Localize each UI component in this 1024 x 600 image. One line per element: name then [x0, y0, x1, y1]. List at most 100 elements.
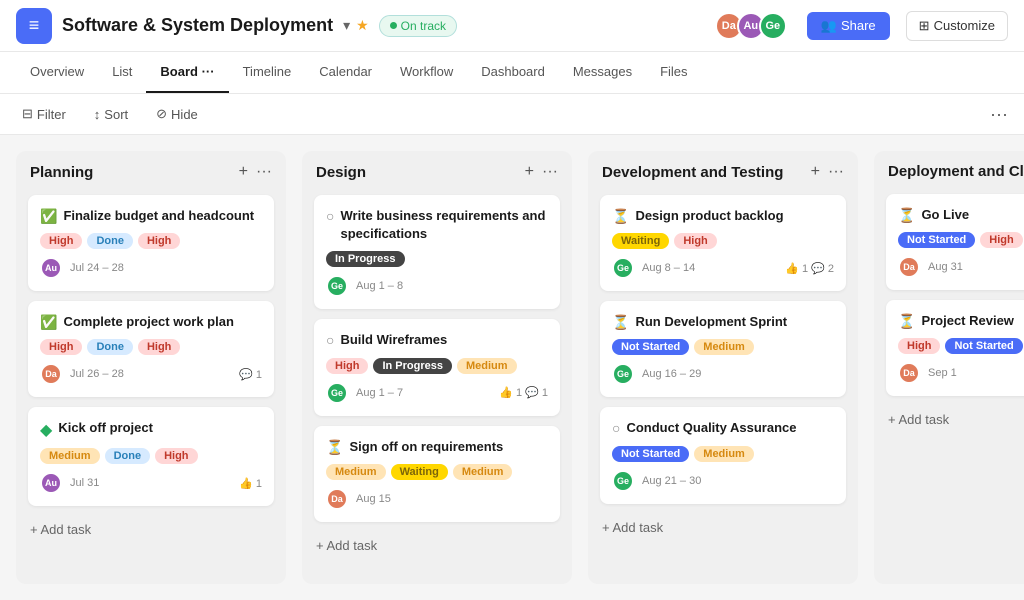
tag-not-started[interactable]: Not Started	[898, 232, 975, 248]
tab-timeline[interactable]: Timeline	[229, 52, 306, 93]
tag-not-started[interactable]: Not Started	[612, 339, 689, 355]
tag-high[interactable]: High	[40, 339, 82, 355]
status-badge[interactable]: On track	[379, 15, 457, 37]
tag-medium[interactable]: Medium	[694, 339, 754, 355]
tag-in-progress[interactable]: In Progress	[373, 358, 452, 374]
column-actions-planning: + ···	[239, 163, 272, 181]
card-tags: Not Started Medium	[612, 339, 834, 355]
tag-medium-2[interactable]: Medium	[453, 464, 513, 480]
card-title: Run Development Sprint	[635, 313, 787, 331]
card-go-live: ⏳ Go Live Not Started High Da Aug 31	[886, 194, 1024, 290]
tag-high-2[interactable]: High	[138, 339, 180, 355]
add-card-design-button[interactable]: +	[525, 163, 534, 181]
more-planning-button[interactable]: ···	[256, 163, 272, 181]
card-footer: Ge Aug 21 – 30	[612, 470, 834, 492]
add-task-design-button[interactable]: + Add task	[314, 532, 560, 559]
header-icons: ▾ ★	[343, 17, 369, 34]
tab-overview[interactable]: Overview	[16, 52, 98, 93]
card-title: Design product backlog	[635, 207, 783, 225]
avatar-ge[interactable]: Ge	[759, 12, 787, 40]
tag-medium[interactable]: Medium	[326, 464, 386, 480]
card-tags: Medium Waiting Medium	[326, 464, 548, 480]
app-header: ≡ Software & System Deployment ▾ ★ On tr…	[0, 0, 1024, 52]
customize-button[interactable]: ⊞ Customize	[906, 11, 1008, 41]
tag-high[interactable]: High	[326, 358, 368, 374]
add-card-dev-button[interactable]: +	[811, 163, 820, 181]
card-title: Finalize budget and headcount	[63, 207, 254, 225]
column-deployment: Deployment and Close Out ⏳ Go Live Not S…	[874, 151, 1024, 584]
tab-files[interactable]: Files	[646, 52, 701, 93]
toolbar: ⊟ Filter ↕ Sort ⊘ Hide ···	[0, 94, 1024, 135]
card-footer: Da Sep 1	[898, 362, 1024, 384]
app-icon[interactable]: ≡	[16, 8, 52, 44]
more-dev-button[interactable]: ···	[828, 163, 844, 181]
share-button[interactable]: 👥 Share	[807, 12, 890, 40]
add-task-dev-button[interactable]: + Add task	[600, 514, 846, 541]
tag-in-progress[interactable]: In Progress	[326, 251, 405, 267]
tab-calendar[interactable]: Calendar	[305, 52, 386, 93]
tag-high-2[interactable]: High	[138, 233, 180, 249]
tag-waiting[interactable]: Waiting	[612, 233, 669, 249]
card-quality-assurance: ○ Conduct Quality Assurance Not Started …	[600, 407, 846, 503]
tag-high[interactable]: High	[40, 233, 82, 249]
more-options-button[interactable]: ···	[990, 104, 1008, 125]
card-tags: High Not Started Low	[898, 338, 1024, 354]
nav-tabs: Overview List Board ··· Timeline Calenda…	[0, 52, 1024, 94]
tab-list[interactable]: List	[98, 52, 146, 93]
tag-done[interactable]: Done	[87, 339, 133, 355]
tag-high[interactable]: High	[674, 233, 716, 249]
interaction-counts: 👍 1 💬 2	[785, 262, 834, 275]
tag-medium[interactable]: Medium	[457, 358, 517, 374]
sort-icon: ↕	[94, 107, 101, 122]
sort-button[interactable]: ↕ Sort	[88, 103, 134, 126]
tab-workflow[interactable]: Workflow	[386, 52, 467, 93]
more-design-button[interactable]: ···	[542, 163, 558, 181]
tag-not-started[interactable]: Not Started	[945, 338, 1022, 354]
board-container: Planning + ··· ✅ Finalize budget and hea…	[0, 135, 1024, 600]
hide-button[interactable]: ⊘ Hide	[150, 102, 204, 126]
card-date: Aug 15	[356, 493, 391, 505]
tag-high[interactable]: High	[980, 232, 1022, 248]
filter-button[interactable]: ⊟ Filter	[16, 102, 72, 126]
card-date: Aug 16 – 29	[642, 368, 701, 380]
star-icon[interactable]: ★	[356, 17, 369, 34]
add-task-planning-button[interactable]: + Add task	[28, 516, 274, 543]
card-footer: Da Jul 26 – 28 💬 1	[40, 363, 262, 385]
add-task-deployment-button[interactable]: + Add task	[886, 406, 1024, 433]
tag-done[interactable]: Done	[87, 233, 133, 249]
tab-board[interactable]: Board ···	[146, 52, 228, 93]
tab-dashboard[interactable]: Dashboard	[467, 52, 559, 93]
column-header-dev: Development and Testing + ···	[600, 163, 846, 185]
tag-done[interactable]: Done	[105, 448, 151, 464]
hourglass-icon: ⏳	[612, 208, 629, 225]
filter-icon: ⊟	[22, 106, 33, 122]
like-count: 👍 1	[239, 477, 262, 490]
check-circle-icon: ○	[326, 332, 334, 348]
column-header-planning: Planning + ···	[28, 163, 274, 185]
card-tags: Medium Done High	[40, 448, 262, 464]
avatar: Da	[326, 488, 348, 510]
card-tags: Not Started High	[898, 232, 1024, 248]
card-design-backlog: ⏳ Design product backlog Waiting High Ge…	[600, 195, 846, 291]
column-header-design: Design + ···	[314, 163, 560, 185]
card-date: Aug 21 – 30	[642, 475, 701, 487]
hourglass-icon: ⏳	[898, 313, 915, 330]
column-header-deployment: Deployment and Close Out	[886, 163, 1024, 184]
card-run-sprint: ⏳ Run Development Sprint Not Started Med…	[600, 301, 846, 397]
card-footer: Au Jul 31 👍 1	[40, 472, 262, 494]
card-tags: In Progress	[326, 251, 548, 267]
tag-waiting[interactable]: Waiting	[391, 464, 448, 480]
tag-high[interactable]: High	[155, 448, 197, 464]
add-card-planning-button[interactable]: +	[239, 163, 248, 181]
tag-not-started[interactable]: Not Started	[612, 446, 689, 462]
tab-messages[interactable]: Messages	[559, 52, 646, 93]
avatar: Ge	[326, 382, 348, 404]
tag-medium[interactable]: Medium	[694, 446, 754, 462]
chevron-down-icon[interactable]: ▾	[343, 17, 350, 34]
card-title: Conduct Quality Assurance	[626, 419, 796, 437]
tag-high[interactable]: High	[898, 338, 940, 354]
tag-medium[interactable]: Medium	[40, 448, 100, 464]
card-date: Jul 26 – 28	[70, 368, 124, 380]
avatar: Da	[40, 363, 62, 385]
card-footer: Au Jul 24 – 28	[40, 257, 262, 279]
